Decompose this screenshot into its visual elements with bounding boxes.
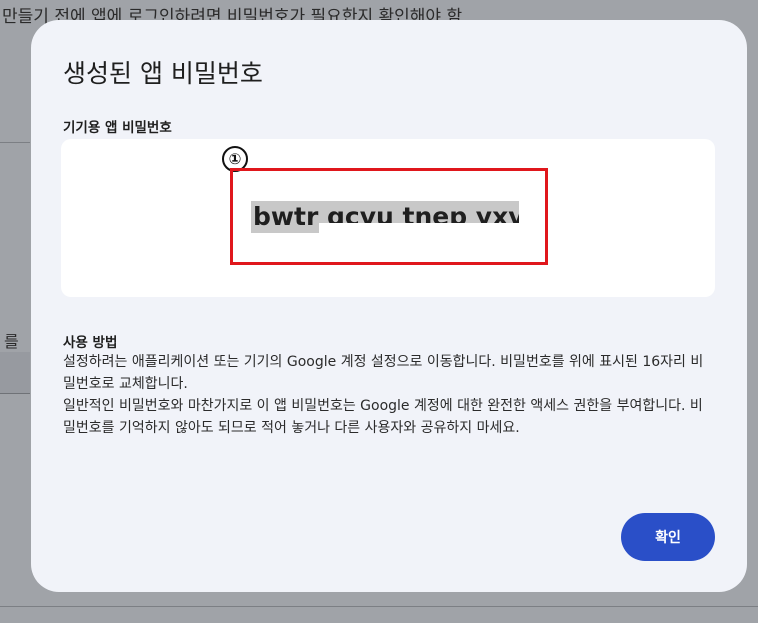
background-divider [0, 142, 30, 143]
app-password-dialog: 생성된 앱 비밀번호 기기용 앱 비밀번호 bwtr qcvu tnep yxv… [31, 20, 747, 592]
background-page-edge [758, 0, 766, 623]
password-label: 기기용 앱 비밀번호 [63, 120, 172, 136]
background-divider-bottom [0, 606, 758, 607]
dialog-title: 생성된 앱 비밀번호 [63, 59, 263, 88]
background-input-field [0, 352, 30, 394]
usage-instructions: 설정하려는 애플리케이션 또는 기기의 Google 계정 설정으로 이동합니다… [63, 351, 715, 439]
background-label-text: 를 [4, 332, 19, 351]
usage-paragraph: 설정하려는 애플리케이션 또는 기기의 Google 계정 설정으로 이동합니다… [63, 354, 704, 392]
confirm-button[interactable]: 확인 [621, 513, 715, 561]
annotation-highlight-box [230, 168, 548, 265]
usage-section-title: 사용 방법 [63, 335, 118, 351]
usage-paragraph: 일반적인 비밀번호와 마찬가지로 이 앱 비밀번호는 Google 계정에 대한… [63, 398, 703, 436]
